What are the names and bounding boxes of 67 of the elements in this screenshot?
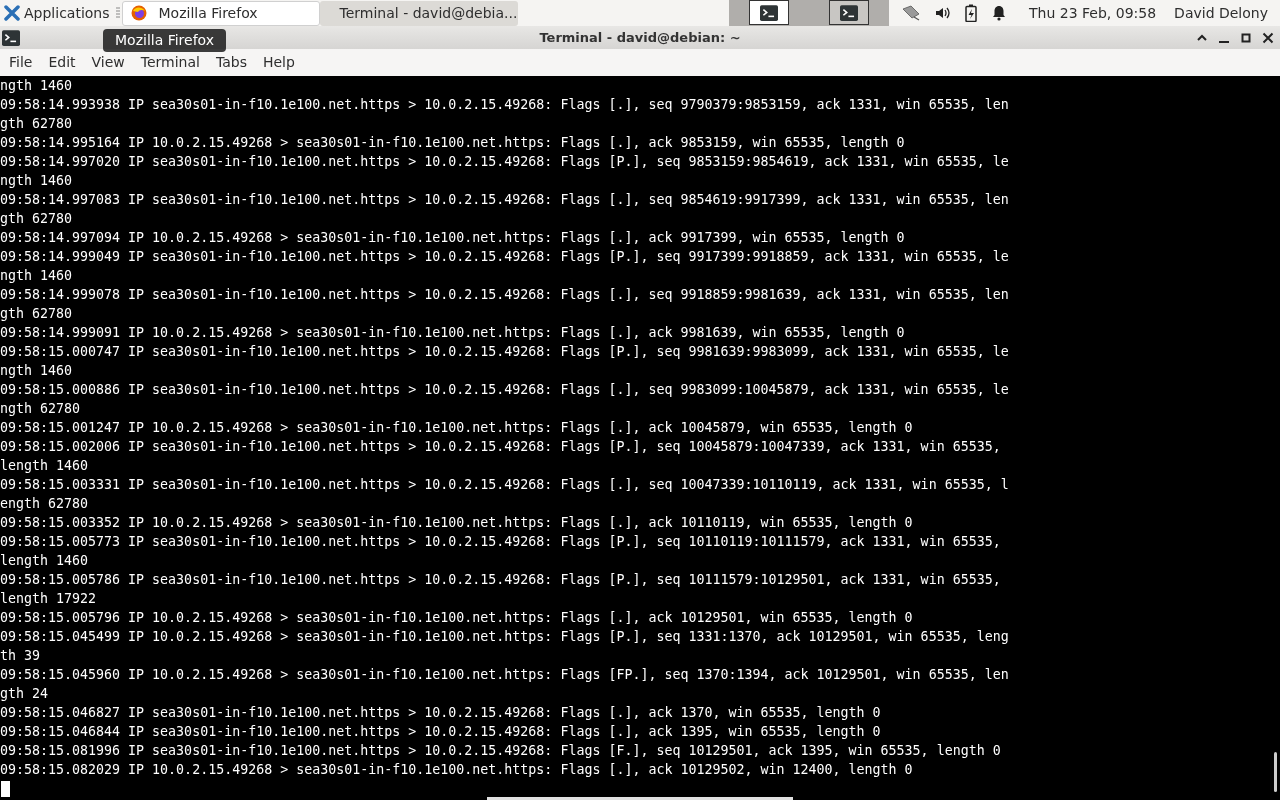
battery-icon[interactable] [965, 4, 978, 22]
volume-icon[interactable] [935, 5, 952, 21]
menu-item[interactable]: Terminal [132, 49, 208, 76]
terminal-line: 09:58:14.999078 IP sea30s01-in-f10.1e100.net.https > 10.0.2.15.49268: Flags [.], seq 9918859:9981639, ack 1331, win 65535, len [0, 286, 1009, 304]
terminal-line: 09:58:15.082029 IP 10.0.2.15.49268 > sea30s01-in-f10.1e100.net.https: Flags [.], ack 10129502, win 12400, length 0 [0, 761, 913, 779]
maximize-icon[interactable] [1240, 31, 1252, 44]
terminal-line: ngth 1460 [0, 172, 73, 190]
terminal-line: ngth 62780 [0, 400, 81, 418]
terminal-line: gth 62780 [0, 115, 73, 133]
terminal-line: gth 24 [0, 685, 49, 703]
terminal-line: length 1460 [0, 457, 89, 475]
terminal-line: 09:58:15.046844 IP sea30s01-in-f10.1e100.net.https > 10.0.2.15.49268: Flags [.], ack 1395, win 65535, length 0 [0, 723, 881, 741]
terminal-line: ngth 1460 [0, 77, 73, 95]
scrollbar-bar[interactable] [487, 797, 793, 800]
window-title: Terminal - david@debian: ~ [539, 28, 741, 47]
terminal-line: 09:58:14.997020 IP sea30s01-in-f10.1e100.net.https > 10.0.2.15.49268: Flags [P.], seq 9853159:9854619, ack 1331, win 65535, le [0, 153, 1009, 171]
terminal-line: th 39 [0, 647, 41, 665]
menu-item[interactable]: File [1, 49, 41, 76]
terminal-line: ngth 1460 [0, 267, 73, 285]
taskbar-button[interactable]: Terminal - david@debia... [319, 0, 518, 26]
applications-menu[interactable]: Applications [0, 0, 114, 26]
cursor [1, 781, 10, 797]
terminal-line: 09:58:14.993938 IP sea30s01-in-f10.1e100.net.https > 10.0.2.15.49268: Flags [.], seq 9790379:9853159, ack 1331, win 65535, len [0, 96, 1009, 114]
terminal-icon [839, 3, 860, 22]
menu-item[interactable]: Tabs [207, 49, 255, 76]
network-icon[interactable] [901, 5, 922, 21]
menu-item[interactable]: View [83, 49, 133, 76]
tooltip: Mozilla Firefox [103, 29, 227, 52]
terminal-line: 09:58:15.001247 IP 10.0.2.15.49268 > sea30s01-in-f10.1e100.net.https: Flags [.], ack 10045879, win 65535, length 0 [0, 419, 913, 437]
terminal-icon [759, 3, 780, 22]
terminal-line: 09:58:15.002006 IP sea30s01-in-f10.1e100.net.https > 10.0.2.15.49268: Flags [P.], seq 10045879:10047339, ack 1331, win 65535, [0, 438, 1001, 456]
terminal-line: 09:58:14.997083 IP sea30s01-in-f10.1e100.net.https > 10.0.2.15.49268: Flags [.], seq 9854619:9917399, ack 1331, win 65535, len [0, 191, 1009, 209]
bell-icon[interactable] [991, 5, 1008, 21]
terminal-line: 09:58:15.005786 IP sea30s01-in-f10.1e100.net.https > 10.0.2.15.49268: Flags [P.], seq 10111579:10129501, ack 1331, win 65535, [0, 571, 1001, 589]
user-name[interactable]: David Delony [1174, 2, 1268, 24]
terminal-line: 09:58:14.997094 IP 10.0.2.15.49268 > sea30s01-in-f10.1e100.net.https: Flags [.], ack 9917399, win 65535, length 0 [0, 229, 905, 247]
terminal-line: 09:58:15.000747 IP sea30s01-in-f10.1e100.net.https > 10.0.2.15.49268: Flags [P.], seq 9981639:9983099, ack 1331, win 65535, le [0, 343, 1009, 361]
menu-item[interactable]: Help [254, 49, 303, 76]
taskbar-button[interactable]: Mozilla Firefox [121, 0, 320, 26]
handle-icon[interactable] [115, 7, 120, 19]
scrollbar-thumb[interactable] [1274, 752, 1277, 792]
terminal-line: 09:58:15.005773 IP sea30s01-in-f10.1e100.net.https > 10.0.2.15.49268: Flags [P.], seq 10110119:10111579, ack 1331, win 65535, [0, 533, 1001, 551]
terminal-line: 09:58:15.005796 IP 10.0.2.15.49268 > sea30s01-in-f10.1e100.net.https: Flags [.], ack 10129501, win 65535, length 0 [0, 609, 913, 627]
terminal-line: 09:58:15.003352 IP 10.0.2.15.49268 > sea30s01-in-f10.1e100.net.https: Flags [.], ack 10110119, win 65535, length 0 [0, 514, 913, 532]
workspace-button[interactable] [829, 0, 870, 25]
x-logo-icon [4, 5, 20, 21]
terminal-line: gth 62780 [0, 305, 73, 323]
terminal-line: 09:58:15.003331 IP sea30s01-in-f10.1e100.net.https > 10.0.2.15.49268: Flags [.], seq 10047339:10110119, ack 1331, win 65535, l [0, 476, 1009, 494]
terminal-line: ngth 1460 [0, 362, 73, 380]
terminal-line: 09:58:15.000886 IP sea30s01-in-f10.1e100.net.https > 10.0.2.15.49268: Flags [.], seq 9983099:10045879, ack 1331, win 65535, le [0, 381, 1009, 399]
terminal-line: length 17922 [0, 590, 97, 608]
terminal-line: length 1460 [0, 552, 89, 570]
menu-item[interactable]: Edit [40, 49, 84, 76]
terminal-line: 09:58:14.995164 IP 10.0.2.15.49268 > sea30s01-in-f10.1e100.net.https: Flags [.], ack 9853159, win 65535, length 0 [0, 134, 905, 152]
close-icon[interactable] [1262, 31, 1274, 44]
terminal-line: 09:58:15.045499 IP 10.0.2.15.49268 > sea30s01-in-f10.1e100.net.https: Flags [P.], seq 1331:1370, ack 10129501, win 65535, leng [0, 628, 1009, 646]
browser-icon [130, 5, 147, 21]
clock[interactable]: Thu 23 Feb, 09:58 [1029, 2, 1157, 24]
terminal-line: ength 62780 [0, 495, 89, 513]
terminal-line: 09:58:15.081996 IP sea30s01-in-f10.1e100.net.https > 10.0.2.15.49268: Flags [F.], seq 10129501, ack 1395, win 65535, length 0 [0, 742, 1001, 760]
terminal-line: 09:58:15.045960 IP 10.0.2.15.49268 > sea30s01-in-f10.1e100.net.https: Flags [FP.], seq 1370:1394, ack 10129501, win 65535, len [0, 666, 1009, 684]
workspace-button[interactable] [749, 0, 790, 25]
terminal-icon [1, 28, 21, 47]
terminal-line: gth 62780 [0, 210, 73, 228]
terminal-line: 09:58:14.999049 IP sea30s01-in-f10.1e100.net.https > 10.0.2.15.49268: Flags [P.], seq 9917399:9918859, ack 1331, win 65535, le [0, 248, 1009, 266]
terminal-line: 09:58:14.999091 IP 10.0.2.15.49268 > sea30s01-in-f10.1e100.net.https: Flags [.], ack 9981639, win 65535, length 0 [0, 324, 905, 342]
terminal-line: 09:58:15.046827 IP sea30s01-in-f10.1e100.net.https > 10.0.2.15.49268: Flags [.], ack 1370, win 65535, length 0 [0, 704, 881, 722]
